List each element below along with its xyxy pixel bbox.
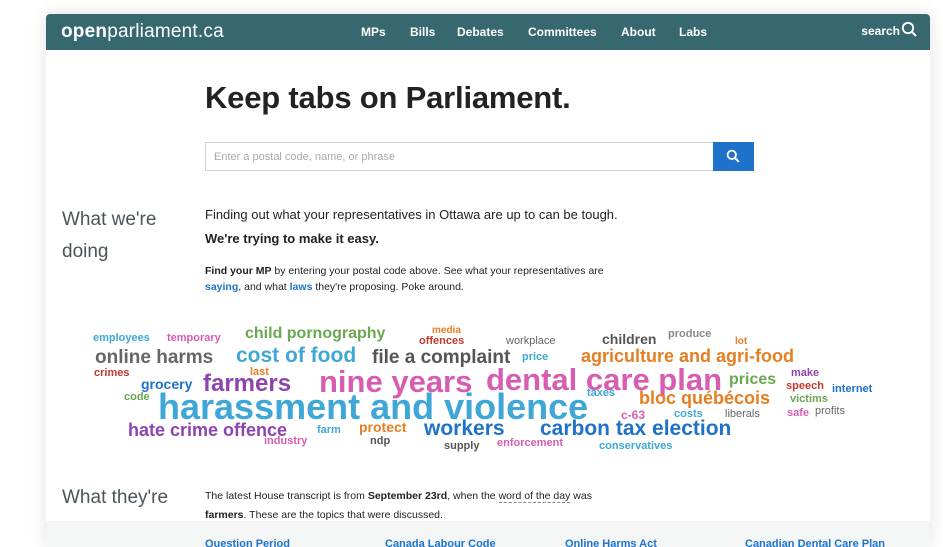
- nav-link-mps[interactable]: MPs: [361, 25, 386, 39]
- word-cloud-term[interactable]: taxes: [587, 388, 615, 399]
- word-cloud-term[interactable]: protect: [359, 420, 406, 434]
- word-cloud-term[interactable]: employees: [93, 333, 150, 344]
- transcript-text-4: . These are the topics that were discuss…: [243, 509, 443, 521]
- nav-link-about[interactable]: About: [621, 25, 656, 39]
- word-cloud-term[interactable]: children: [602, 332, 656, 346]
- para-text-1: by entering your postal code above. See …: [271, 265, 604, 277]
- search-icon: [726, 149, 740, 163]
- search-icon: [902, 21, 918, 37]
- para-text-3: they're proposing. Poke around.: [312, 281, 464, 293]
- transcript-text-3: was: [570, 490, 592, 502]
- para-text-2: , and what: [238, 281, 290, 293]
- word-cloud-term[interactable]: make: [791, 368, 819, 379]
- word-cloud-term[interactable]: child pornography: [245, 326, 385, 342]
- laws-link[interactable]: laws: [290, 281, 313, 293]
- section-heading-doing-line1: What we're: [62, 209, 157, 230]
- word-cloud-term[interactable]: enforcement: [497, 438, 563, 449]
- topic-link-online-harms[interactable]: Online Harms Act: [565, 538, 657, 547]
- word-cloud-term[interactable]: workplace: [506, 336, 556, 347]
- word-cloud-term[interactable]: carbon tax election: [540, 418, 731, 439]
- word-cloud: employees temporary child pornography me…: [46, 324, 930, 464]
- nav-link-debates[interactable]: Debates: [457, 25, 504, 39]
- word-cloud-term[interactable]: ndp: [370, 436, 390, 447]
- transcript-text-1: The latest House transcript is from: [205, 490, 368, 502]
- transcript-date: September 23rd: [367, 490, 448, 502]
- word-cloud-term[interactable]: conservatives: [599, 441, 672, 452]
- intro-paragraph: Find your MP by entering your postal cod…: [205, 263, 705, 295]
- word-cloud-term[interactable]: safe: [787, 408, 809, 419]
- top-navbar: openparliament.ca MPs Bills Debates Comm…: [46, 14, 930, 50]
- word-cloud-term[interactable]: temporary: [167, 333, 221, 344]
- word-cloud-term[interactable]: cost of food: [236, 345, 356, 366]
- search-submit-button[interactable]: [713, 142, 754, 171]
- postal-code-search-input[interactable]: [205, 142, 713, 171]
- word-cloud-term[interactable]: code: [124, 392, 150, 403]
- intro-tagline: We're trying to make it easy.: [205, 231, 379, 246]
- word-cloud-term[interactable]: profits: [815, 406, 845, 417]
- word-cloud-term[interactable]: produce: [668, 329, 711, 340]
- transcript-text-2: , when the: [447, 490, 499, 502]
- site-logo[interactable]: openparliament.ca: [61, 21, 224, 43]
- topic-link-labour-code[interactable]: Canada Labour Code: [385, 538, 496, 547]
- word-cloud-term[interactable]: farm: [317, 425, 341, 436]
- word-cloud-term[interactable]: victims: [790, 394, 828, 405]
- saying-link[interactable]: saying: [205, 281, 238, 293]
- section-heading-talking-line1: What they're: [62, 487, 169, 508]
- word-cloud-term[interactable]: prices: [729, 372, 776, 388]
- intro-line: Finding out what your representatives in…: [205, 207, 618, 222]
- nav-link-bills[interactable]: Bills: [410, 25, 435, 39]
- nav-search-label: search: [861, 24, 900, 38]
- word-cloud-term[interactable]: offences: [419, 336, 464, 347]
- topic-link-dental-care[interactable]: Canadian Dental Care Plan: [745, 538, 885, 547]
- nav-link-labs[interactable]: Labs: [679, 25, 707, 39]
- word-cloud-term[interactable]: online harms: [95, 348, 213, 367]
- word-cloud-term[interactable]: workers: [424, 418, 505, 439]
- page-headline: Keep tabs on Parliament.: [205, 80, 571, 115]
- word-cloud-term[interactable]: supply: [444, 441, 479, 452]
- browser-page: openparliament.ca MPs Bills Debates Comm…: [46, 14, 930, 547]
- nav-search-button[interactable]: search: [861, 21, 918, 38]
- logo-rest: parliament.ca: [107, 21, 224, 42]
- word-cloud-term[interactable]: industry: [264, 436, 307, 447]
- word-of-the-day-label: word of the day: [498, 490, 571, 503]
- word-cloud-term[interactable]: internet: [832, 384, 872, 395]
- word-cloud-term[interactable]: crimes: [94, 368, 129, 379]
- nav-link-committees[interactable]: Committees: [528, 25, 597, 39]
- topic-link-question-period[interactable]: Question Period: [205, 538, 290, 547]
- find-mp-label: Find your MP: [205, 265, 272, 277]
- transcript-summary: The latest House transcript is from Sept…: [205, 487, 725, 525]
- section-heading-doing-line2: doing: [62, 241, 109, 262]
- word-cloud-term[interactable]: bloc québécois: [639, 389, 770, 407]
- section-heading-doing: What we're doing: [62, 204, 156, 268]
- word-cloud-term[interactable]: speech: [786, 381, 824, 392]
- logo-bold: open: [61, 21, 108, 42]
- word-of-the-day: farmers: [205, 509, 244, 521]
